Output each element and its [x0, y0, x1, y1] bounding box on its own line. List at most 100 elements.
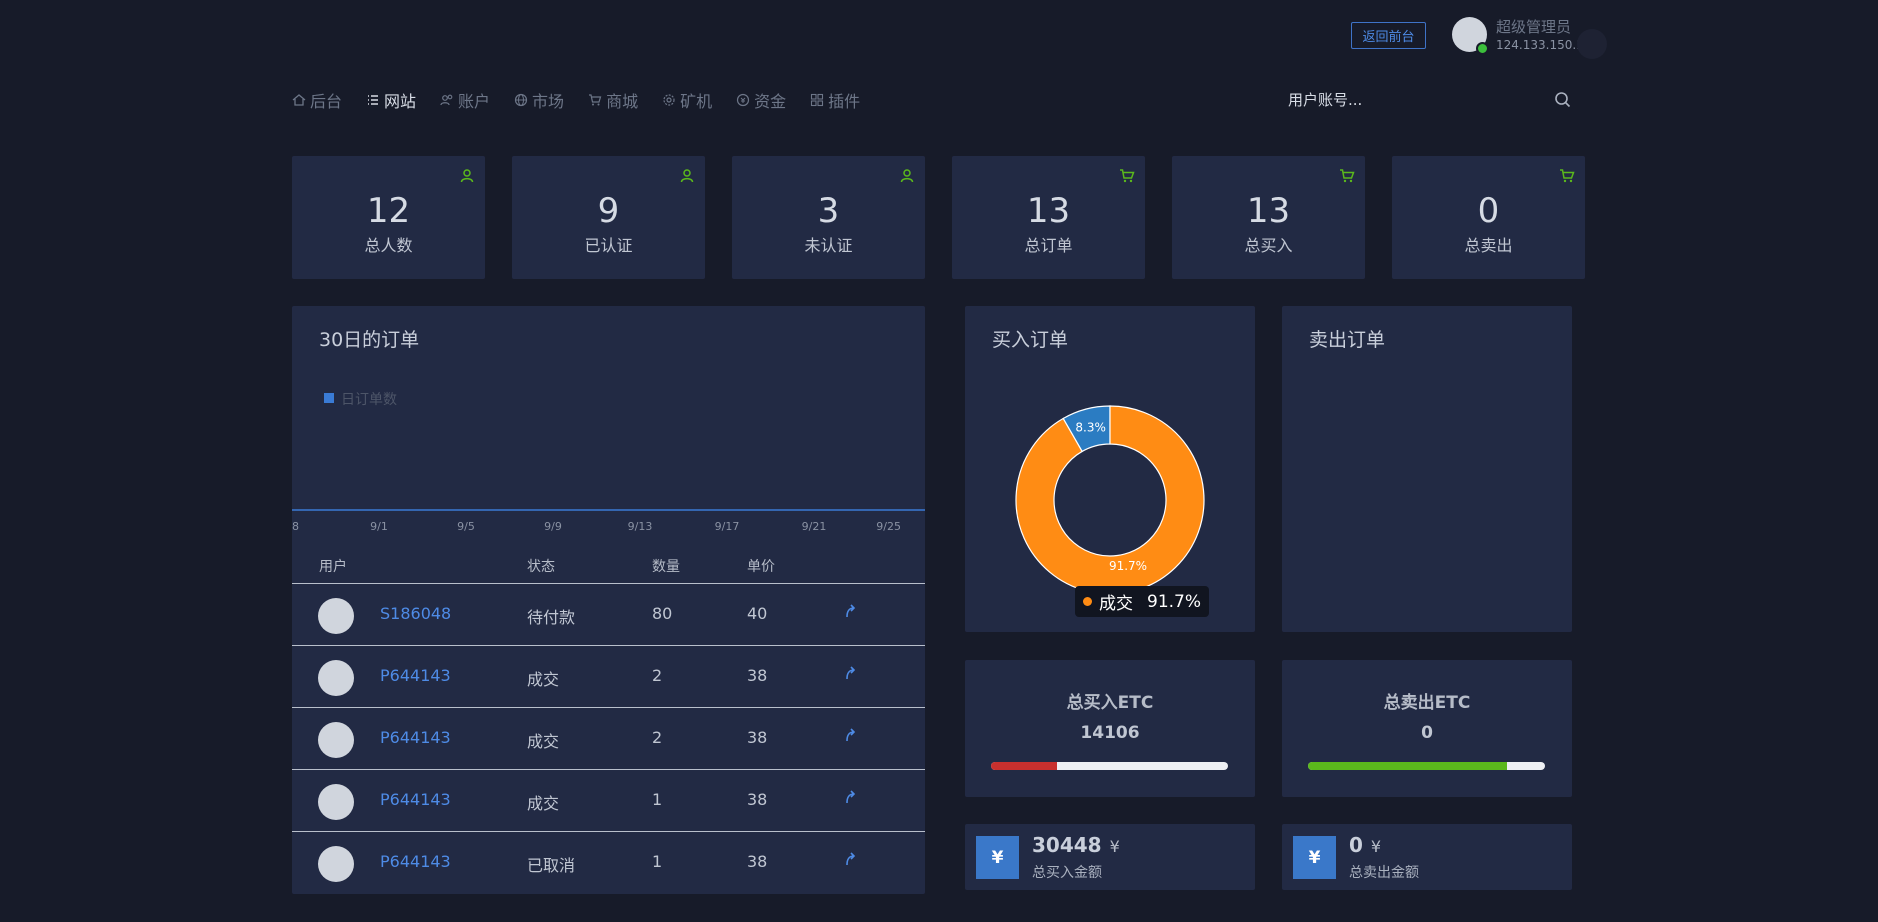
- online-status-icon: [1476, 42, 1489, 55]
- slice-label: 91.7%: [1109, 559, 1147, 573]
- stat-label: 总订单: [1024, 236, 1073, 255]
- user-icon: [900, 169, 914, 183]
- row-user-link[interactable]: P644143: [380, 666, 451, 685]
- row-status: 已取消: [527, 856, 576, 875]
- share-icon[interactable]: [841, 850, 859, 868]
- nav-item-accounts[interactable]: 账户: [440, 88, 490, 112]
- globe-icon: [514, 93, 528, 107]
- x-tick-label: 9/9: [544, 520, 562, 533]
- stat-value: 9: [597, 191, 620, 231]
- row-status: 成交: [527, 732, 560, 751]
- nav-item-market[interactable]: 市场: [514, 88, 564, 112]
- total-buy-amount-card: ¥ 30448 ¥ 总买入金额: [965, 824, 1255, 890]
- admin-name: 超级管理员: [1496, 18, 1572, 36]
- stat-value: 3: [817, 191, 840, 231]
- progress-fill: [1308, 762, 1508, 770]
- nav-item-backend[interactable]: 后台: [292, 88, 342, 112]
- amount-unit: ¥: [1109, 837, 1120, 856]
- share-icon[interactable]: [841, 664, 859, 682]
- stat-card-unverified: 3 未认证: [732, 156, 925, 279]
- x-tick-label: 9/17: [715, 520, 740, 533]
- share-icon[interactable]: [841, 602, 859, 620]
- search-icon[interactable]: [1554, 91, 1572, 109]
- row-user-link[interactable]: S186048: [380, 604, 451, 623]
- user-icon: [680, 169, 694, 183]
- tooltip-dot: [1083, 597, 1092, 606]
- avatar: [318, 784, 354, 820]
- nav-label: 矿机: [680, 92, 713, 111]
- amount-unit: ¥: [1370, 837, 1382, 856]
- nav-label: 商城: [606, 92, 639, 111]
- daily-orders-chart: 28 9/1 9/5 9/9 9/13 9/17 9/21 9/25: [292, 509, 925, 533]
- buy-orders-title: 买入订单: [992, 329, 1069, 351]
- amount-number: 30448: [1032, 833, 1102, 857]
- row-qty: 1: [652, 852, 663, 871]
- grid-icon: [811, 93, 824, 107]
- nav-label: 网站: [384, 92, 417, 111]
- row-user-link[interactable]: P644143: [380, 852, 451, 871]
- stat-label: 已认证: [584, 236, 633, 255]
- row-status: 成交: [527, 670, 560, 689]
- col-header-qty: 数量: [652, 559, 680, 575]
- row-qty: 1: [652, 790, 663, 809]
- back-to-frontend-button[interactable]: 返回前台: [1351, 22, 1426, 49]
- row-qty: 80: [652, 604, 673, 623]
- avatar: [318, 598, 354, 634]
- table-row: P644143 成交 2 38: [292, 707, 925, 768]
- total-buy-progress: [991, 762, 1228, 770]
- stat-card-total-orders: 13 总订单: [952, 156, 1145, 279]
- tooltip-value: 91.7%: [1147, 591, 1202, 612]
- nav-item-miner[interactable]: 矿机: [662, 88, 712, 112]
- yen-icon: ¥: [1293, 836, 1336, 879]
- row-price: 38: [747, 790, 768, 809]
- avatar: [318, 846, 354, 882]
- user-search-input[interactable]: [1288, 88, 1558, 112]
- admin-ip: 124.133.150.1: [1496, 38, 1584, 52]
- avatar: [318, 660, 354, 696]
- nav-item-funds[interactable]: 资金: [736, 88, 786, 112]
- x-tick-label: 9/13: [628, 520, 653, 533]
- share-icon[interactable]: [841, 726, 859, 744]
- nav-item-plugins[interactable]: 插件: [810, 88, 860, 112]
- row-user-link[interactable]: P644143: [380, 728, 451, 747]
- total-buy-value: 14106: [1080, 723, 1140, 743]
- total-sell-amount-card: ¥ 0 ¥ 总卖出金额: [1282, 824, 1572, 890]
- total-sell-progress: [1308, 762, 1545, 770]
- amount-number: 0: [1349, 833, 1363, 857]
- sell-orders-panel: [1282, 306, 1572, 632]
- nav-label: 后台: [310, 92, 343, 111]
- home-icon: [292, 94, 306, 106]
- total-sell-title: 总卖出ETC: [1383, 693, 1471, 713]
- stat-value: 13: [1246, 191, 1291, 231]
- legend-label: 日订单数: [341, 392, 397, 408]
- stat-label: 总卖出: [1464, 236, 1513, 255]
- coin-icon: [736, 93, 750, 107]
- stat-label: 未认证: [804, 236, 853, 255]
- nav-label: 资金: [754, 92, 787, 111]
- row-price: 38: [747, 728, 768, 747]
- progress-fill: [991, 762, 1058, 770]
- table-row: P644143 成交 1 38: [292, 769, 925, 830]
- admin-menu-toggle[interactable]: [1577, 29, 1607, 59]
- nav-item-shop[interactable]: 商城: [588, 88, 638, 112]
- table-row: P644143 成交 2 38: [292, 645, 925, 706]
- stat-value: 12: [366, 191, 411, 231]
- nav-label: 账户: [458, 92, 491, 111]
- row-user-link[interactable]: P644143: [380, 790, 451, 809]
- avatar: [318, 722, 354, 758]
- col-header-user: 用户: [319, 559, 347, 575]
- user-icon: [460, 169, 474, 183]
- row-price: 38: [747, 666, 768, 685]
- nav-label: 插件: [828, 92, 861, 111]
- share-icon[interactable]: [841, 788, 859, 806]
- sell-orders-title: 卖出订单: [1309, 329, 1386, 351]
- row-price: 38: [747, 852, 768, 871]
- tooltip-label: 成交: [1099, 594, 1133, 614]
- nav-item-website[interactable]: 网站: [366, 88, 416, 112]
- x-tick-label: 9/25: [876, 520, 901, 533]
- stat-value: 0: [1477, 191, 1500, 231]
- x-tick-label: 9/5: [457, 520, 475, 533]
- buy-amount-value: 30448 ¥: [1032, 833, 1120, 857]
- cart-icon: [1120, 169, 1135, 183]
- yen-icon: ¥: [976, 836, 1019, 879]
